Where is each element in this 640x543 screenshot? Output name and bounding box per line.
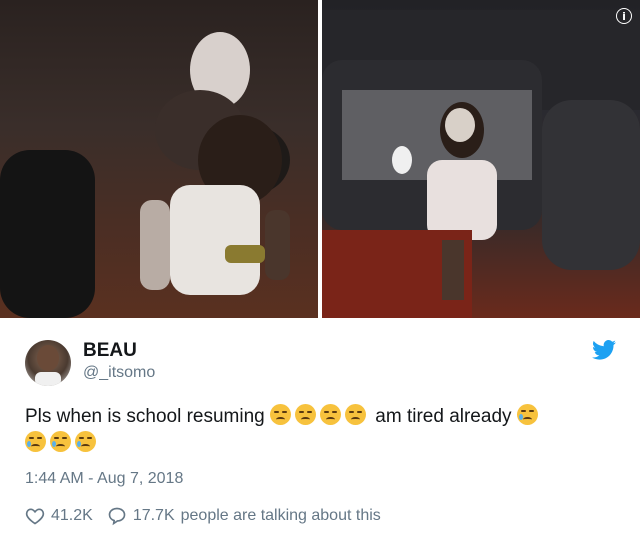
- talking-text[interactable]: people are talking about this: [181, 507, 381, 525]
- sad-tear-face-emoji: [75, 431, 96, 452]
- photo-left[interactable]: [0, 0, 318, 318]
- tweet-text: Pls when is school resuming am tired alr…: [25, 403, 615, 457]
- heart-icon[interactable]: [25, 506, 45, 526]
- unamused-face-emoji: [270, 404, 291, 425]
- avatar-image: [35, 345, 61, 386]
- twitter-bird-icon[interactable]: [592, 340, 616, 360]
- unamused-face-emoji: [345, 404, 366, 425]
- reply-bubble-icon[interactable]: [107, 506, 127, 526]
- reply-count: 17.7K: [132, 507, 175, 524]
- sad-tear-face-emoji: [25, 431, 46, 452]
- info-icon[interactable]: i: [616, 8, 632, 24]
- tweet-timestamp[interactable]: 1:44 AM - Aug 7, 2018: [25, 470, 183, 488]
- user-handle[interactable]: @_itsomo: [83, 364, 155, 382]
- tweet-emoji-group-2: [25, 431, 100, 454]
- like-count: 41.2K: [51, 507, 93, 524]
- avatar[interactable]: [25, 340, 71, 386]
- sad-tear-face-emoji: [516, 404, 538, 425]
- photo-right[interactable]: i: [322, 0, 640, 318]
- photo-left-scene: [0, 32, 290, 318]
- sad-tear-face-emoji: [50, 431, 71, 452]
- display-name[interactable]: BEAU: [83, 340, 137, 362]
- unamused-face-emoji: [320, 404, 341, 425]
- tweet-actions: 41.2K 17.7K people are talking about thi…: [25, 505, 381, 527]
- tweet-emoji-group-1: [270, 404, 375, 427]
- photo-grid: i: [0, 0, 640, 318]
- photo-right-scene: [322, 10, 640, 318]
- tweet-text-main: Pls when is school resuming: [25, 406, 265, 427]
- unamused-face-emoji: [295, 404, 316, 425]
- tweet-text-after: am tired already: [375, 406, 512, 427]
